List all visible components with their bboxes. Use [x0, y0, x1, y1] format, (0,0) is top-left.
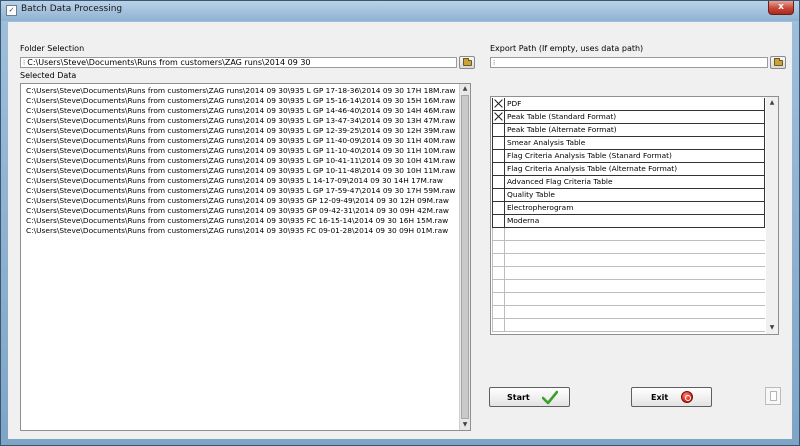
export-option-label: Smear Analysis Table [505, 137, 765, 149]
export-option-row[interactable]: Peak Table (Standard Format) [492, 111, 765, 124]
export-option-label: PDF [505, 98, 765, 110]
list-item[interactable]: C:\Users\Steve\Documents\Runs from custo… [26, 226, 455, 236]
folder-icon [463, 58, 472, 66]
export-option-checkbox[interactable] [492, 176, 505, 188]
selected-data-list[interactable]: C:\Users\Steve\Documents\Runs from custo… [20, 83, 471, 431]
batch-window: ✓ Batch Data Processing x Folder Selecti… [0, 0, 800, 446]
list-item[interactable]: C:\Users\Steve\Documents\Runs from custo… [26, 116, 455, 126]
list-item[interactable]: C:\Users\Steve\Documents\Runs from custo… [26, 176, 455, 186]
export-option-empty-row[interactable] [492, 306, 765, 319]
field-grip-icon: ⁝ [23, 59, 26, 67]
export-option-checkbox[interactable] [492, 98, 505, 110]
export-option-checkbox[interactable] [492, 202, 505, 214]
export-option-empty-row[interactable] [492, 241, 765, 254]
folder-icon [774, 58, 783, 66]
exit-button[interactable]: Exit [631, 387, 712, 407]
export-option-label: Electropherogram [505, 202, 765, 214]
list-item[interactable]: C:\Users\Steve\Documents\Runs from custo… [26, 196, 455, 206]
list-item[interactable]: C:\Users\Steve\Documents\Runs from custo… [26, 106, 455, 116]
export-option-checkbox[interactable] [492, 189, 505, 201]
export-option-label: Moderna [505, 215, 765, 227]
scroll-down-icon[interactable]: ▼ [766, 323, 778, 333]
export-option-row[interactable]: Flag Criteria Analysis Table (Stanard Fo… [492, 150, 765, 163]
folder-browse-button[interactable] [459, 56, 475, 69]
list-scrollbar[interactable]: ▲ ▼ [459, 84, 470, 430]
list-item[interactable]: C:\Users\Steve\Documents\Runs from custo… [26, 86, 455, 96]
export-option-label: Peak Table (Standard Format) [505, 111, 765, 123]
grid-scrollbar[interactable]: ▲ ▼ [766, 97, 778, 334]
export-option-row[interactable]: Moderna [492, 215, 765, 228]
list-item[interactable]: C:\Users\Steve\Documents\Runs from custo… [26, 126, 455, 136]
close-button[interactable]: x [768, 1, 794, 15]
export-option-checkbox[interactable] [492, 306, 505, 318]
window-title: Batch Data Processing [21, 4, 123, 14]
export-browse-button[interactable] [770, 56, 786, 69]
export-option-label: Flag Criteria Analysis Table (Alternate … [505, 163, 765, 175]
export-option-checkbox[interactable] [492, 215, 505, 227]
export-option-checkbox[interactable] [492, 280, 505, 292]
export-option-empty-row[interactable] [492, 228, 765, 241]
export-option-empty-row[interactable] [492, 254, 765, 267]
client-area: Folder Selection ⁝ C:\Users\Steve\Documen… [8, 22, 792, 439]
export-option-label: Flag Criteria Analysis Table (Stanard Fo… [505, 150, 765, 162]
list-item[interactable]: C:\Users\Steve\Documents\Runs from custo… [26, 156, 455, 166]
field-grip-icon: ⁝ [493, 59, 496, 67]
export-option-empty-row[interactable] [492, 280, 765, 293]
folder-selection-value: C:\Users\Steve\Documents\Runs from custo… [27, 58, 311, 67]
export-option-row[interactable]: Flag Criteria Analysis Table (Alternate … [492, 163, 765, 176]
export-path-field[interactable]: ⁝ [490, 57, 768, 68]
list-item[interactable]: C:\Users\Steve\Documents\Runs from custo… [26, 146, 455, 156]
export-option-row[interactable]: Advanced Flag Criteria Table [492, 176, 765, 189]
export-option-empty-row[interactable] [492, 267, 765, 280]
export-option-checkbox[interactable] [492, 293, 505, 305]
scroll-thumb[interactable] [461, 95, 469, 419]
report-button[interactable] [765, 387, 781, 405]
list-item[interactable]: C:\Users\Steve\Documents\Runs from custo… [26, 206, 455, 216]
exit-button-label: Exit [651, 393, 669, 402]
checkmark-icon [542, 390, 558, 405]
power-icon [681, 391, 693, 403]
export-options-rows: PDF Peak Table (Standard Format) Peak Tabl… [492, 98, 765, 332]
scroll-up-icon[interactable]: ▲ [460, 84, 470, 94]
export-option-checkbox[interactable] [492, 163, 505, 175]
list-item[interactable]: C:\Users\Steve\Documents\Runs from custo… [26, 216, 455, 226]
list-item[interactable]: C:\Users\Steve\Documents\Runs from custo… [26, 186, 455, 196]
export-option-row[interactable]: Electropherogram [492, 202, 765, 215]
export-option-checkbox[interactable] [492, 267, 505, 279]
selected-data-label: Selected Data [20, 71, 77, 80]
list-item[interactable]: C:\Users\Steve\Documents\Runs from custo… [26, 96, 455, 106]
start-button-label: Start [507, 393, 530, 402]
list-items: C:\Users\Steve\Documents\Runs from custo… [26, 86, 455, 236]
export-option-checkbox[interactable] [492, 228, 505, 240]
document-icon [770, 391, 777, 401]
export-option-checkbox[interactable] [492, 137, 505, 149]
folder-selection-label: Folder Selection [20, 44, 85, 53]
start-button[interactable]: Start [489, 387, 570, 407]
export-option-checkbox[interactable] [492, 124, 505, 136]
export-path-label: Export Path (If empty, uses data path) [490, 44, 644, 53]
export-option-row[interactable]: Peak Table (Alternate Format) [492, 124, 765, 137]
export-option-empty-row[interactable] [492, 319, 765, 332]
export-option-label: Advanced Flag Criteria Table [505, 176, 765, 188]
export-option-label: Quality Table [505, 189, 765, 201]
export-option-row[interactable]: PDF [492, 98, 765, 111]
export-option-empty-row[interactable] [492, 293, 765, 306]
title-bar[interactable]: ✓ Batch Data Processing x [1, 1, 799, 21]
app-icon: ✓ [6, 5, 17, 16]
export-option-checkbox[interactable] [492, 150, 505, 162]
export-option-checkbox[interactable] [492, 319, 505, 331]
export-option-label: Peak Table (Alternate Format) [505, 124, 765, 136]
export-options-grid[interactable]: PDF Peak Table (Standard Format) Peak Tabl… [490, 96, 779, 335]
list-item[interactable]: C:\Users\Steve\Documents\Runs from custo… [26, 136, 455, 146]
export-option-row[interactable]: Quality Table [492, 189, 765, 202]
scroll-down-icon[interactable]: ▼ [460, 420, 470, 430]
export-option-row[interactable]: Smear Analysis Table [492, 137, 765, 150]
export-option-checkbox[interactable] [492, 111, 505, 123]
scroll-up-icon[interactable]: ▲ [766, 98, 778, 108]
list-item[interactable]: C:\Users\Steve\Documents\Runs from custo… [26, 166, 455, 176]
folder-selection-field[interactable]: ⁝ C:\Users\Steve\Documents\Runs from cust… [20, 57, 457, 68]
export-option-checkbox[interactable] [492, 254, 505, 266]
export-option-checkbox[interactable] [492, 241, 505, 253]
